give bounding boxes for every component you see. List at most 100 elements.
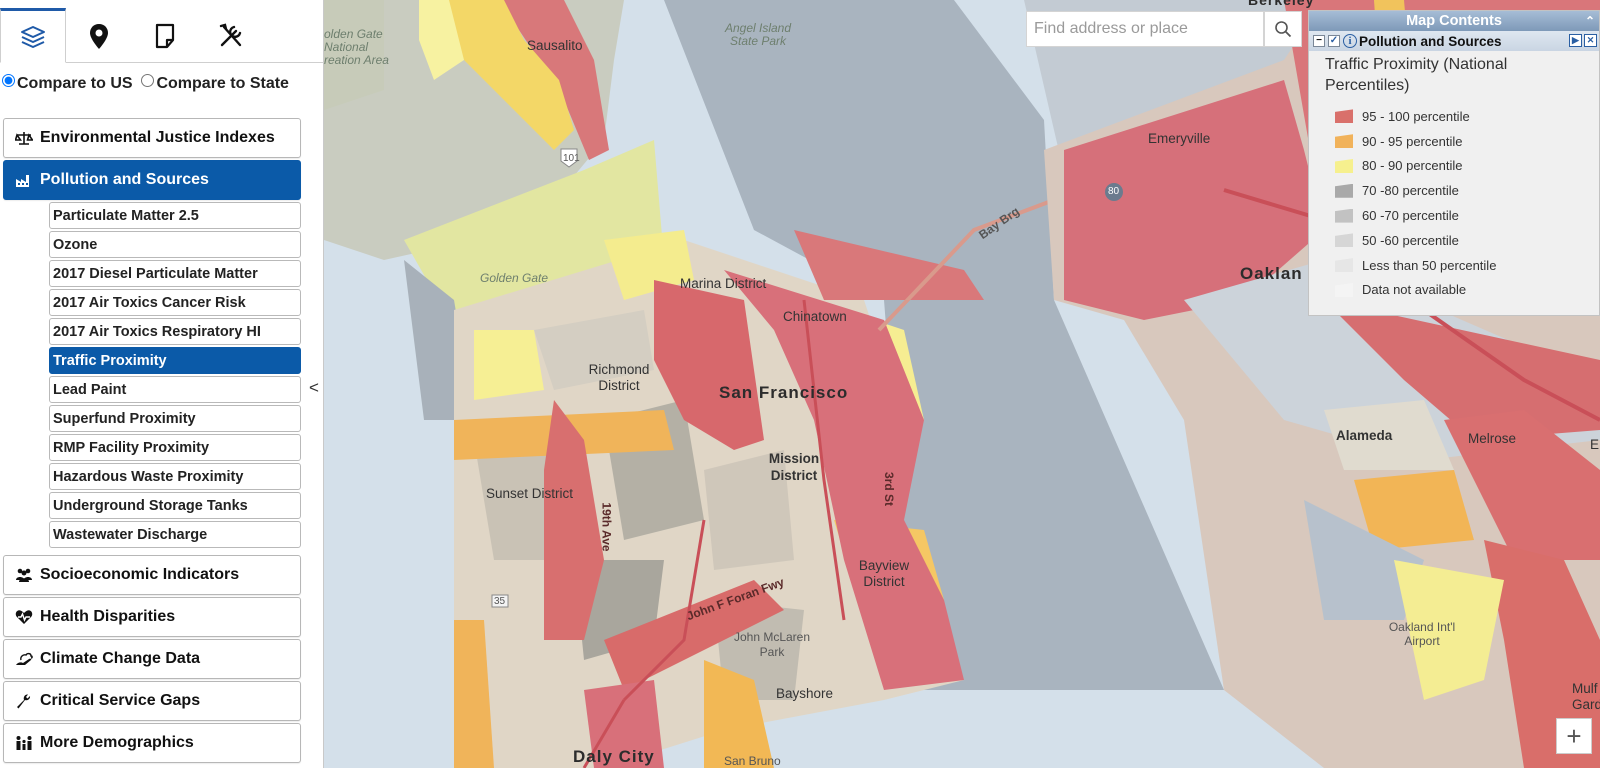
label-e-edge: E bbox=[1590, 437, 1600, 452]
map-contents-layer-row: − ✓ i Pollution and Sources ▶ ✕ bbox=[1309, 31, 1599, 51]
label-golden-gate-nra: olden Gate National reation Area bbox=[324, 27, 389, 67]
legend-label: 80 - 90 percentile bbox=[1362, 158, 1463, 174]
label-hwy-101: 101 bbox=[563, 153, 580, 164]
collapse-layer-toggle[interactable]: − bbox=[1313, 35, 1325, 47]
map-pin-icon bbox=[90, 23, 108, 49]
layer-air-toxics-respiratory[interactable]: 2017 Air Toxics Respiratory HI bbox=[49, 318, 301, 345]
legend-swatch bbox=[1335, 109, 1353, 124]
layer-ozone[interactable]: Ozone bbox=[49, 231, 301, 258]
layer-air-toxics-cancer[interactable]: 2017 Air Toxics Cancer Risk bbox=[49, 289, 301, 316]
scales-icon bbox=[14, 130, 34, 146]
people-icon bbox=[14, 567, 34, 583]
tab-places[interactable] bbox=[66, 8, 132, 63]
legend-label: 90 - 95 percentile bbox=[1362, 133, 1463, 149]
label-melrose: Melrose bbox=[1468, 431, 1517, 446]
compare-state-radio[interactable] bbox=[141, 74, 155, 87]
category-climate-change[interactable]: Climate Change Data bbox=[3, 639, 301, 679]
label-bayview-district: Bayview District bbox=[858, 558, 910, 589]
left-panel: Compare to US Compare to State Environme… bbox=[0, 0, 324, 768]
legend-swatch bbox=[1335, 233, 1353, 248]
label-3rd-st: 3rd St bbox=[882, 471, 897, 507]
category-more-demographics[interactable]: More Demographics bbox=[3, 723, 301, 763]
zoom-in-button[interactable]: + bbox=[1556, 718, 1592, 754]
legend-swatch bbox=[1335, 134, 1353, 149]
category-health-disparities[interactable]: Health Disparities bbox=[3, 597, 301, 637]
label-emeryville: Emeryville bbox=[1148, 131, 1211, 146]
search-button[interactable] bbox=[1264, 11, 1302, 47]
note-icon bbox=[155, 23, 175, 48]
label-daly-city: Daly City bbox=[573, 747, 655, 766]
layer-hazardous-waste[interactable]: Hazardous Waste Proximity bbox=[49, 463, 301, 490]
legend-title: Traffic Proximity (National Percentiles) bbox=[1325, 56, 1508, 94]
legend-item: 80 - 90 percentile bbox=[1335, 154, 1599, 179]
layer-lead-paint[interactable]: Lead Paint bbox=[49, 376, 301, 403]
legend-label: Data not available bbox=[1362, 282, 1467, 298]
legend-item: 70 -80 percentile bbox=[1335, 178, 1599, 203]
info-icon[interactable]: i bbox=[1343, 34, 1357, 48]
compare-us-option[interactable]: Compare to US bbox=[2, 74, 133, 92]
close-icon[interactable]: ✕ bbox=[1584, 34, 1597, 47]
category-environmental-justice[interactable]: Environmental Justice Indexes bbox=[3, 118, 301, 158]
label-chinatown: Chinatown bbox=[783, 309, 847, 324]
tab-notes[interactable] bbox=[132, 8, 198, 63]
tab-layers[interactable] bbox=[0, 8, 66, 63]
label-berkeley: Berkeley bbox=[1248, 0, 1315, 8]
play-icon[interactable]: ▶ bbox=[1569, 34, 1582, 47]
legend-label: Less than 50 percentile bbox=[1362, 257, 1497, 273]
legend-item: 90 - 95 percentile bbox=[1335, 129, 1599, 154]
collapse-panel-button[interactable]: < bbox=[309, 378, 319, 398]
search-box bbox=[1026, 11, 1264, 47]
legend-label: 50 -60 percentile bbox=[1362, 232, 1459, 248]
chevron-up-icon[interactable]: ⌃ bbox=[1585, 11, 1595, 31]
category-critical-service-gaps[interactable]: Critical Service Gaps bbox=[3, 681, 301, 721]
legend-swatch bbox=[1335, 258, 1353, 273]
label-richmond-district: Richmond District bbox=[588, 362, 650, 393]
legend-label: 95 - 100 percentile bbox=[1362, 108, 1470, 124]
label-mulf: Mulf bbox=[1572, 681, 1598, 696]
layer-diesel-pm[interactable]: 2017 Diesel Particulate Matter bbox=[49, 260, 301, 287]
compare-us-radio[interactable] bbox=[2, 74, 15, 87]
layer-superfund-proximity[interactable]: Superfund Proximity bbox=[49, 405, 301, 432]
legend-item: Less than 50 percentile bbox=[1335, 253, 1599, 278]
factory-icon bbox=[14, 172, 34, 188]
label-sausalito: Sausalito bbox=[527, 38, 583, 53]
label-gard: Gard bbox=[1572, 697, 1600, 712]
legend-item: Data not available bbox=[1335, 278, 1599, 303]
layer-underground-storage[interactable]: Underground Storage Tanks bbox=[49, 492, 301, 519]
label-oakland: Oaklan bbox=[1240, 264, 1303, 283]
family-icon bbox=[14, 735, 34, 751]
label-san-francisco: San Francisco bbox=[719, 383, 849, 402]
layer-pm25[interactable]: Particulate Matter 2.5 bbox=[49, 202, 301, 229]
legend-swatch bbox=[1335, 183, 1353, 198]
tools-icon bbox=[219, 23, 242, 46]
legend-label: 60 -70 percentile bbox=[1362, 208, 1459, 224]
legend-item: 50 -60 percentile bbox=[1335, 228, 1599, 253]
category-socioeconomic[interactable]: Socioeconomic Indicators bbox=[3, 555, 301, 595]
layers-icon bbox=[21, 25, 45, 48]
label-san-bruno: San Bruno bbox=[724, 754, 781, 768]
label-oakland-airport: Oakland Int'l Airport bbox=[1388, 620, 1456, 648]
label-mission-district: Mission District bbox=[768, 451, 820, 483]
tab-tools[interactable] bbox=[198, 8, 264, 63]
legend-list: 95 - 100 percentile 90 - 95 percentile 80 … bbox=[1309, 96, 1599, 302]
legend-swatch bbox=[1335, 208, 1353, 223]
layer-visibility-checkbox[interactable]: ✓ bbox=[1328, 35, 1340, 47]
compare-options: Compare to US Compare to State bbox=[2, 72, 302, 95]
legend-swatch bbox=[1335, 282, 1353, 297]
layer-rmp-facility[interactable]: RMP Facility Proximity bbox=[49, 434, 301, 461]
legend-item: 60 -70 percentile bbox=[1335, 203, 1599, 228]
label-sunset-district: Sunset District bbox=[486, 486, 574, 501]
category-pollution-sources[interactable]: Pollution and Sources bbox=[3, 160, 301, 200]
label-angel-island: Angel Island State Park bbox=[724, 21, 792, 48]
wrench-icon bbox=[14, 693, 34, 709]
compare-state-option[interactable]: Compare to State bbox=[141, 74, 289, 92]
heartbeat-icon bbox=[14, 609, 34, 625]
label-19th-ave: 19th Ave bbox=[599, 502, 614, 552]
search-icon bbox=[1275, 21, 1292, 38]
legend-item: 95 - 100 percentile bbox=[1335, 104, 1599, 129]
legend-label: 70 -80 percentile bbox=[1362, 183, 1459, 199]
search-input[interactable] bbox=[1027, 19, 1257, 39]
label-john-mclaren-park: John McLaren Park bbox=[733, 630, 811, 659]
layer-wastewater-discharge[interactable]: Wastewater Discharge bbox=[49, 521, 301, 548]
layer-traffic-proximity[interactable]: Traffic Proximity bbox=[49, 347, 301, 374]
